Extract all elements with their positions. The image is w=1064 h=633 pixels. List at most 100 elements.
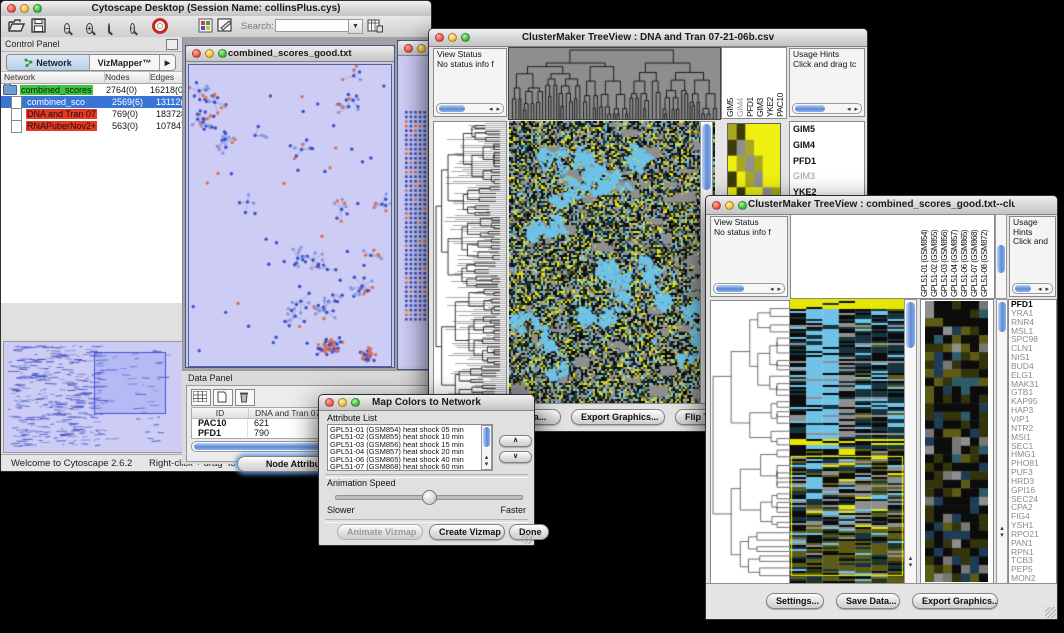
tv1-row-dendrogram[interactable] — [433, 121, 507, 408]
network-list-row[interactable]: RNAPuberNov2+563(0)107847(0) — [1, 120, 182, 132]
gene-label[interactable]: RNR4 — [1009, 318, 1056, 327]
tv2-uh-hscrollbar[interactable]: ◂ ▸ — [1012, 283, 1053, 294]
gene-label[interactable]: SEC24 — [1009, 495, 1056, 504]
slider-thumb[interactable] — [422, 490, 437, 505]
attribute-item[interactable]: GPL51-07 (GSM868) heat shock 60 min — [330, 463, 490, 470]
tv2-zoom-heatmap[interactable] — [925, 301, 988, 582]
table-mode-icon[interactable] — [191, 389, 211, 406]
attribute-browser-icon[interactable] — [367, 18, 386, 35]
tv2-save-data-button[interactable]: Save Data... — [836, 593, 900, 609]
gene-label[interactable]: GPI16 — [1009, 486, 1056, 495]
attribute-list-vscrollbar[interactable]: ▴▾ — [481, 425, 492, 470]
close-button[interactable] — [7, 4, 16, 13]
tab-overflow-button[interactable]: ▶ — [160, 55, 175, 70]
tv2-gene-vscrollbar[interactable]: ▴▾ — [996, 299, 1008, 584]
resize-grip[interactable] — [522, 533, 533, 544]
animate-vizmap-button[interactable]: Animate Vizmap — [337, 524, 423, 540]
gene-label[interactable]: NIS1 — [1009, 353, 1056, 362]
network-canvas[interactable] — [188, 64, 392, 367]
gene-label[interactable]: SEC1 — [1009, 442, 1056, 451]
tab-vizmapper[interactable]: VizMapper™ — [90, 55, 160, 70]
save-session-icon[interactable] — [31, 18, 50, 35]
gene-label[interactable]: HMG1 — [1009, 450, 1056, 459]
zoom-window-button[interactable] — [33, 4, 42, 13]
attribute-list[interactable]: GPL51-01 (GSM854) heat shock 05 minGPL51… — [327, 424, 493, 471]
gene-label[interactable]: MON2 — [1009, 574, 1056, 583]
minimize-button[interactable] — [448, 33, 457, 42]
gene-label[interactable]: CPA2 — [1009, 503, 1056, 512]
close-button[interactable] — [192, 49, 201, 58]
close-button[interactable] — [712, 201, 721, 210]
gene-label[interactable]: GIM5 — [790, 122, 864, 138]
gene-label[interactable]: PHO81 — [1009, 459, 1056, 468]
tv2-row-dendrogram[interactable] — [710, 300, 790, 585]
attribute-item[interactable]: GPL51-01 (GSM854) heat shock 05 min — [330, 426, 490, 433]
zoom-window-button[interactable] — [461, 33, 470, 42]
attribute-item[interactable]: GPL51-04 (GSM857) heat shock 20 min — [330, 448, 490, 455]
gene-label[interactable]: PFD1 — [790, 154, 864, 170]
network-list-row[interactable]: combined_sco2569(6)13112(15) — [1, 96, 182, 108]
zoom-in-icon[interactable]: + — [84, 18, 103, 35]
gene-label[interactable]: FIG4 — [1009, 512, 1056, 521]
dp-col-id[interactable]: ID — [192, 408, 249, 418]
treeview2-titlebar[interactable]: ClusterMaker TreeView : combined_scores_… — [706, 196, 1057, 215]
gene-label[interactable]: MSL1 — [1009, 327, 1056, 336]
minimize-button[interactable] — [725, 201, 734, 210]
close-button[interactable] — [404, 44, 413, 53]
gene-label[interactable]: VIP1 — [1009, 415, 1056, 424]
delete-attribute-trash-icon[interactable] — [235, 389, 255, 406]
minimize-button[interactable] — [417, 44, 426, 53]
zoom-out-icon[interactable]: – — [62, 18, 81, 35]
resize-grip[interactable] — [1045, 607, 1056, 618]
tv2-top-vscrollbar[interactable] — [995, 214, 1007, 299]
gene-label[interactable]: RPN1 — [1009, 548, 1056, 557]
minimize-button[interactable] — [338, 398, 347, 407]
close-button[interactable] — [325, 398, 334, 407]
gene-label[interactable]: SPC98 — [1009, 335, 1056, 344]
tv2-vs-hscrollbar[interactable]: ◂ ▸ — [713, 283, 785, 294]
gene-label[interactable]: PEP5 — [1009, 565, 1056, 574]
tv2-heatmap-vscrollbar[interactable]: ▴▾ — [904, 299, 917, 584]
gene-label[interactable]: NTR2 — [1009, 424, 1056, 433]
treeview1-titlebar[interactable]: ClusterMaker TreeView : DNA and Tran 07-… — [429, 29, 867, 47]
new-attribute-icon[interactable] — [213, 389, 233, 406]
birdseye-canvas[interactable] — [4, 342, 180, 450]
search-dropdown-button[interactable]: ▼ — [348, 19, 363, 34]
tv2-settings-button[interactable]: Settings... — [766, 593, 824, 609]
gene-label[interactable]: PAN1 — [1009, 539, 1056, 548]
gene-label[interactable]: KAP95 — [1009, 397, 1056, 406]
open-session-icon[interactable] — [8, 18, 27, 35]
tv2-heatmap[interactable] — [790, 299, 904, 584]
zoom-window-button[interactable] — [218, 49, 227, 58]
attribute-item[interactable]: GPL51-02 (GSM855) heat shock 10 min — [330, 433, 490, 440]
search-input[interactable] — [275, 19, 349, 32]
tv1-vs-hscrollbar[interactable]: ◂ ▸ — [436, 103, 504, 114]
vizmapper-icon[interactable] — [198, 18, 217, 35]
gene-label[interactable]: RPO21 — [1009, 530, 1056, 539]
gene-label[interactable]: GTB1 — [1009, 388, 1056, 397]
tv2-export-graphics-button[interactable]: Export Graphics... — [912, 593, 998, 609]
network-list-row[interactable]: combined_scores2764(0)16218(0) — [1, 84, 182, 96]
attribute-item[interactable]: GPL51-03 (GSM856) heat shock 15 min — [330, 441, 490, 448]
float-panel-icon[interactable] — [166, 39, 178, 50]
gene-label[interactable]: CLN1 — [1009, 344, 1056, 353]
gene-label[interactable]: HRD3 — [1009, 477, 1056, 486]
annotation-icon[interactable] — [217, 18, 236, 35]
gene-label[interactable]: GIM4 — [790, 138, 864, 154]
gene-label[interactable]: TCB3 — [1009, 556, 1056, 565]
minimize-button[interactable] — [205, 49, 214, 58]
minimize-button[interactable] — [20, 4, 29, 13]
main-titlebar[interactable]: Cytoscape Desktop (Session Name: collins… — [1, 1, 431, 17]
tv1-uh-hscrollbar[interactable]: ◂ ▸ — [792, 103, 862, 114]
gene-label[interactable]: GIM3 — [790, 169, 864, 185]
attribute-item[interactable]: GPL51-06 (GSM865) heat shock 40 min — [330, 456, 490, 463]
close-button[interactable] — [435, 33, 444, 42]
zoom-selected-icon[interactable] — [106, 18, 125, 35]
zoom-window-button[interactable] — [351, 398, 360, 407]
tab-network[interactable]: Network — [7, 55, 90, 70]
tv1-column-dendrogram[interactable] — [508, 47, 721, 120]
gene-label[interactable]: HAP3 — [1009, 406, 1056, 415]
animation-speed-slider[interactable] — [335, 495, 523, 500]
gene-label[interactable]: BUD4 — [1009, 362, 1056, 371]
move-up-button[interactable]: ∧ — [499, 435, 532, 447]
